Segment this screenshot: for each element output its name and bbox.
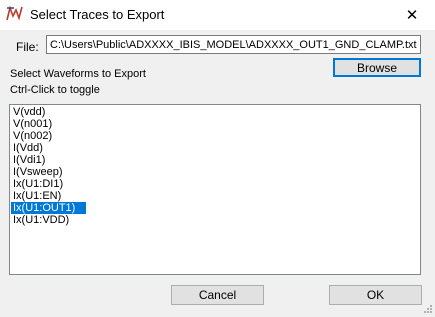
select-waveforms-label: Select Waveforms to Export [10,68,146,80]
resize-grip-icon[interactable] [423,303,433,313]
trace-item-i-vsweep[interactable]: I(Vsweep) [11,166,65,178]
browse-button[interactable]: Browse [333,58,421,77]
ctrl-click-hint: Ctrl-Click to toggle [10,84,100,96]
cancel-button[interactable]: Cancel [171,285,264,305]
ok-button[interactable]: OK [329,285,422,305]
trace-item-v-n001[interactable]: V(n001) [11,118,54,130]
title-bar: Select Traces to Export ✕ [0,0,435,30]
window-title: Select Traces to Export [30,7,165,22]
trace-item-ix-u1-en[interactable]: Ix(U1:EN) [11,190,63,202]
trace-item-i-vdi1[interactable]: I(Vdi1) [11,154,47,166]
trace-item-v-n002[interactable]: V(n002) [11,130,54,142]
trace-item-ix-u1-out1[interactable]: Ix(U1:OUT1) [11,202,86,214]
waveform-list[interactable]: V(vdd) V(n001) V(n002) I(Vdd) I(Vdi1) I(… [9,104,421,275]
file-label: File: [16,40,39,54]
trace-item-i-vdd[interactable]: I(Vdd) [11,142,45,154]
close-icon: ✕ [405,7,419,24]
trace-item-ix-u1-vdd[interactable]: Ix(U1:VDD) [11,214,71,226]
trace-item-v-vdd[interactable]: V(vdd) [11,106,47,118]
file-path-input[interactable] [46,35,421,54]
close-button[interactable]: ✕ [389,0,435,30]
app-waveform-icon [6,5,24,22]
trace-item-ix-u1-di1[interactable]: Ix(U1:DI1) [11,178,65,190]
